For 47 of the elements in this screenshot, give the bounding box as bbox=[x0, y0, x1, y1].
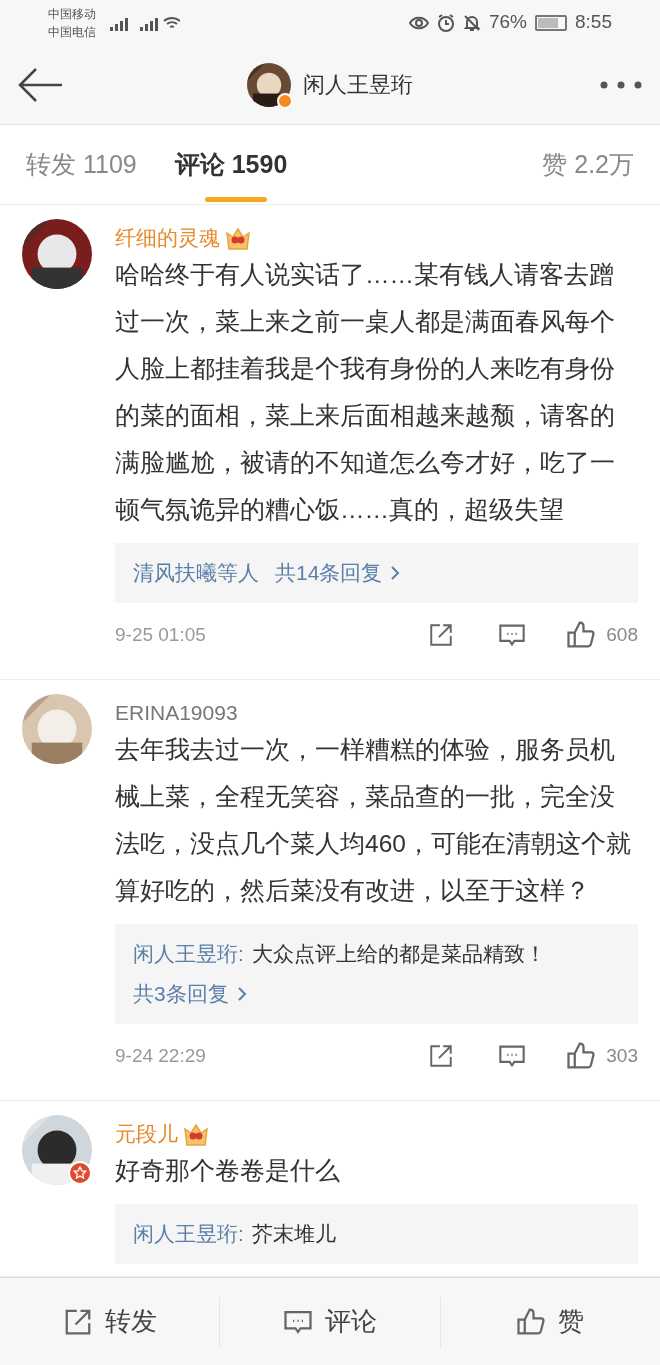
more-replies-link[interactable]: 共3条回复 bbox=[133, 974, 247, 1014]
action-button[interactable]: 评论 bbox=[219, 1296, 440, 1347]
battery-icon bbox=[535, 14, 567, 31]
tab-indicator bbox=[204, 197, 267, 202]
comment-text: 去年我去过一次，一样糟糕的体验，服务员机械上菜，全程无笑容，菜品查的一批，完全没法吃，没点几个菜人均460，可能在清朝这个就算好吃的，然后菜没有改进，以至于这样？ bbox=[115, 735, 632, 906]
more-icon bbox=[600, 79, 642, 90]
reply-names[interactable]: 清风扶曦等人 bbox=[133, 553, 259, 593]
comment-time: 9-24 22:29 bbox=[115, 1043, 207, 1068]
thumbs-up-icon[interactable] bbox=[566, 620, 597, 650]
share-icon[interactable] bbox=[428, 622, 455, 648]
chevron-icon bbox=[236, 986, 247, 1002]
alarm-icon bbox=[437, 13, 455, 32]
tab[interactable]: 评论 1590 bbox=[174, 125, 288, 204]
reply-text: 芥末堆儿 bbox=[251, 1221, 336, 1247]
carrier-label: 中国电信 bbox=[48, 23, 96, 41]
crown-badge-icon bbox=[224, 225, 252, 251]
like-count: 608 bbox=[606, 622, 638, 647]
clock-time: 8:55 bbox=[575, 10, 612, 35]
action-button[interactable]: 赞 bbox=[439, 1296, 660, 1347]
comment-text: 好奇那个卷卷是什么 bbox=[115, 1156, 341, 1186]
comment-text: 哈哈终于有人说实话了……某有钱人请客去蹭过一次，菜上来之前一桌人都是满面春风每个人脸上都挂着我是个我有身份的人来吃有身份的菜的面相，菜上来后面相越来越颓，请客的满脸尴尬，被请的不知道怎么夸才好，吃了一顿气氛诡异的糟心饭……真的，超级失望 bbox=[115, 260, 616, 525]
thumbs-up-icon[interactable] bbox=[516, 1306, 547, 1337]
page-title: 闲人王昱珩 bbox=[303, 71, 413, 99]
battery-percent: 76% bbox=[489, 10, 527, 35]
username[interactable]: 纤细的灵魂 bbox=[115, 222, 220, 254]
back-arrow-icon bbox=[18, 66, 64, 103]
reply-text: 大众点评上给的都是菜品精致！ bbox=[251, 941, 546, 967]
replies-panel[interactable]: 清风扶曦等人 共14条回复 bbox=[115, 543, 638, 603]
username[interactable]: ERINA19093 bbox=[115, 697, 238, 729]
eye-icon bbox=[409, 14, 429, 31]
crown-badge-icon bbox=[182, 1121, 210, 1147]
action-button[interactable]: 转发 bbox=[0, 1296, 220, 1347]
more-replies-link[interactable]: 共14条回复 bbox=[275, 553, 401, 593]
replies-panel[interactable]: 闲人王昱珩: 大众点评上给的都是菜品精致！ 共3条回复 bbox=[115, 924, 638, 1024]
reply-author[interactable]: 闲人王昱珩: bbox=[133, 934, 244, 974]
username[interactable]: 元段儿 bbox=[115, 1118, 178, 1150]
replies-panel[interactable]: 闲人王昱珩: 芥末堆儿 bbox=[115, 1204, 638, 1264]
tab[interactable]: 转发 1109 bbox=[26, 125, 137, 204]
muted-bell-icon bbox=[463, 13, 481, 32]
comment-time: 9-25 01:05 bbox=[115, 622, 207, 647]
tab[interactable]: 赞 2.2万 bbox=[542, 125, 634, 204]
thumbs-up-icon[interactable] bbox=[566, 1041, 597, 1071]
like-count: 303 bbox=[606, 1043, 638, 1068]
chevron-icon bbox=[390, 565, 401, 581]
share-icon[interactable] bbox=[428, 1043, 455, 1069]
reply-author[interactable]: 闲人王昱珩: bbox=[133, 1214, 244, 1254]
carrier-label: 中国移动 bbox=[48, 5, 96, 23]
